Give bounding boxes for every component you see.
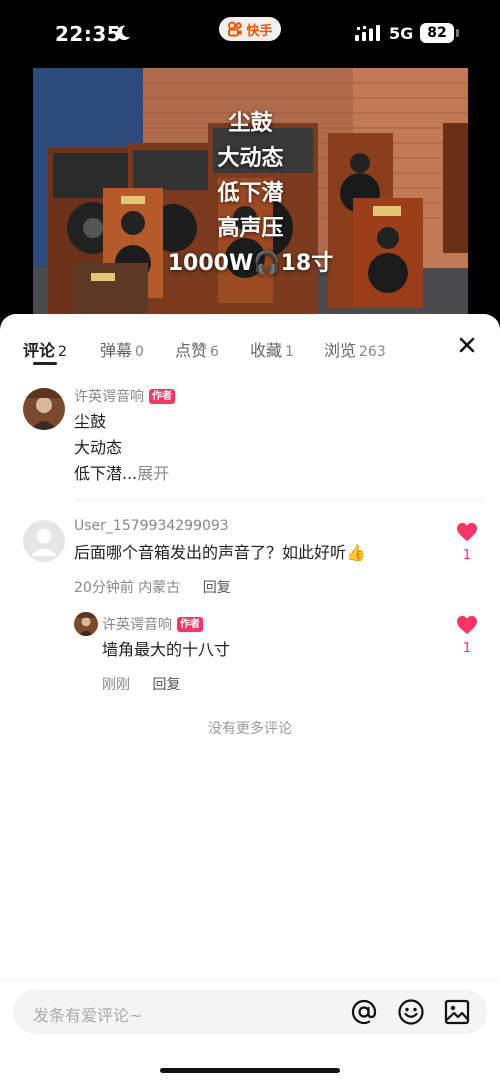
avatar[interactable] [23,388,65,430]
caption-line: 低下潜 [217,181,284,206]
comment-username[interactable]: User_1579934299093 [74,518,229,534]
tab-label: 点赞 [175,341,208,360]
tab-count: 6 [210,344,219,360]
comment-item: User_1579934299093 后面哪个音箱发出的声音了？如此好听👍 20… [0,518,500,598]
author-badge: 作者 [149,388,175,404]
caption-line: 高声压 [217,216,284,241]
tab-likes[interactable]: 点赞 6 [175,337,219,361]
reply-username[interactable]: 许英谔音响 作者 [102,614,203,634]
close-icon[interactable] [456,334,478,356]
tab-count: 2 [58,344,67,360]
image-icon[interactable] [443,998,471,1026]
no-more-comments: 没有更多评论 [208,721,292,737]
network-type: 5G [389,24,414,43]
comment-text: 尘鼓 大动态 低下潜...展开 [74,409,169,487]
reply-text: 墙角最大的十八寸 [102,640,231,659]
like-count: 1 [462,548,472,563]
comment-input-placeholder: 发条有爱评论~ [33,1006,143,1025]
comment-line-text: 低下潜... [74,464,138,483]
reply-meta: 刚刚 回复 [102,674,180,694]
tab-danmaku[interactable]: 弹幕 0 [100,337,144,361]
tab-count: 0 [135,344,144,360]
username-text: 许英谔音响 [74,389,144,405]
video-player[interactable]: 尘鼓 大动态 低下潜 高声压 1000W🎧18寸 [0,66,500,336]
author-username[interactable]: 许英谔音响 作者 [74,386,175,406]
tab-count: 1 [285,344,294,360]
avatar[interactable] [23,520,65,562]
comment-line: 大动态 [74,438,123,457]
kuaishou-logo-icon [228,21,243,37]
comment-meta: 20分钟前 内蒙古 回复 [74,577,231,597]
battery-icon: 82 [420,23,454,43]
moon-icon [116,25,131,41]
comment-time: 20分钟前 [74,580,134,596]
signal-icon [355,25,380,41]
avatar[interactable] [74,612,98,636]
like-count: 1 [462,641,472,656]
tab-label: 弹幕 [100,341,133,360]
tab-favorites[interactable]: 收藏 1 [250,337,294,361]
tab-label: 浏览 [324,341,357,360]
status-bar: 22:35 快手 5G 82 [0,0,500,66]
comment-text: 后面哪个音箱发出的声音了？如此好听👍 [74,543,366,562]
emoji-icon[interactable] [397,998,425,1026]
tab-label: 收藏 [250,341,283,360]
battery-cap [456,29,459,37]
tab-views[interactable]: 浏览 263 [324,337,386,361]
comment-sheet: 评论 2 弹幕 0 点赞 6 收藏 1 浏览 263 许英谔音响 作者 尘鼓 大… [0,314,500,1083]
divider [74,499,484,500]
app-name: 快手 [246,23,273,39]
reply-button[interactable]: 回复 [152,677,180,693]
tab-comments[interactable]: 评论 2 [23,337,67,361]
like-button[interactable]: 1 [455,615,479,656]
author-badge: 作者 [177,616,203,632]
comment-location: 内蒙古 [138,580,181,596]
reply-time: 刚刚 [102,677,130,693]
comment-tabs: 评论 2 弹幕 0 点赞 6 收藏 1 浏览 263 [0,314,500,372]
comment-line: 尘鼓 [74,412,107,431]
caption-line: 尘鼓 [228,111,273,136]
comment-line: 低下潜...展开 [74,461,169,487]
divider [0,980,500,981]
home-indicator[interactable] [160,1068,340,1073]
author-post: 许英谔音响 作者 尘鼓 大动态 低下潜...展开 [0,384,500,494]
caption-line: 大动态 [217,146,284,171]
reply-item: 许英谔音响 作者 墙角最大的十八寸 刚刚 回复 1 [0,611,500,701]
heart-icon [457,615,477,635]
username-text: 许英谔音响 [102,617,172,633]
video-frame[interactable]: 尘鼓 大动态 低下潜 高声压 1000W🎧18寸 [33,68,468,336]
battery-level: 82 [427,25,447,41]
tab-count: 263 [359,344,386,360]
app-indicator[interactable]: 快手 [219,17,281,41]
heart-icon [457,522,477,542]
video-caption: 尘鼓 大动态 低下潜 高声压 1000W🎧18寸 [33,106,468,281]
reply-button[interactable]: 回复 [203,580,231,596]
caption-line: 1000W🎧18寸 [167,251,334,276]
status-time: 22:35 [55,22,122,46]
expand-link[interactable]: 展开 [137,464,169,483]
at-mention-icon[interactable] [350,998,378,1026]
like-button[interactable]: 1 [455,522,479,563]
active-tab-indicator [33,362,57,365]
tab-label: 评论 [23,341,56,360]
